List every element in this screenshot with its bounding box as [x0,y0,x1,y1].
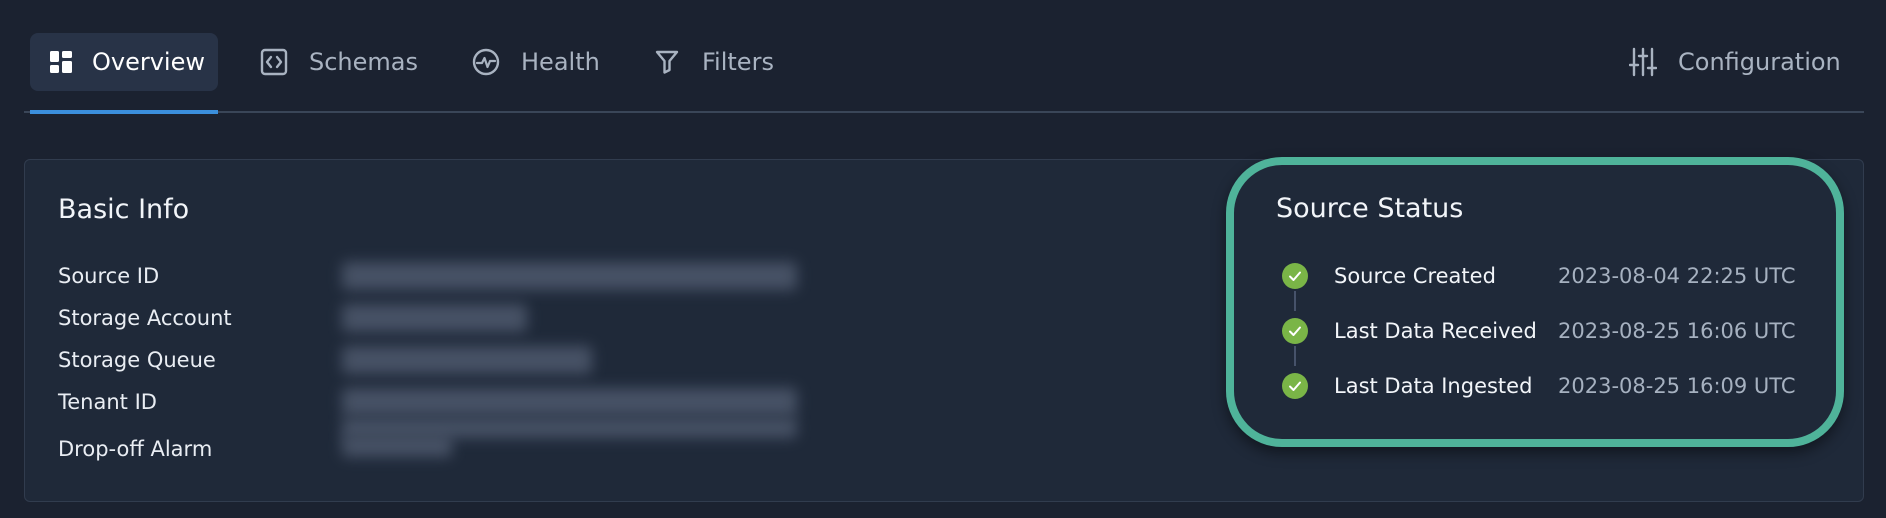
redacted-source-id [342,262,797,290]
status-row-source-created: Source Created 2023-08-04 22:25 UTC [1282,261,1796,291]
timeline-connector [1294,346,1296,366]
redacted-drop-off-alarm [342,435,452,457]
source-status-card: Source Status Source Created 2023-08-04 … [1226,157,1844,447]
sliders-icon [1628,47,1658,77]
field-label-storage-queue: Storage Queue [58,348,216,372]
status-label: Source Created [1334,264,1496,288]
field-label-drop-off-alarm: Drop-off Alarm [58,437,213,461]
field-label-storage-account: Storage Account [58,306,232,330]
source-status-title: Source Status [1276,193,1464,224]
grid-icon [50,47,72,77]
check-circle-icon [1282,318,1308,344]
active-tab-indicator [30,110,218,114]
tab-schemas[interactable]: Schemas [259,33,418,91]
tab-label: Overview [92,48,205,76]
tab-bar: Overview Schemas Health Filters Configur… [24,0,1864,114]
tab-overview[interactable]: Overview [30,33,218,91]
field-label-tenant-id: Tenant ID [58,390,157,414]
basic-info-title: Basic Info [58,194,190,225]
status-row-last-data-received: Last Data Received 2023-08-25 16:06 UTC [1282,316,1796,346]
tab-label: Filters [702,48,774,76]
status-timestamp: 2023-08-25 16:06 UTC [1558,319,1796,343]
redacted-storage-account [342,304,527,332]
pulse-icon [471,47,501,77]
status-label: Last Data Received [1334,319,1537,343]
redacted-storage-queue [342,346,592,374]
configuration-label: Configuration [1678,48,1841,76]
configuration-button[interactable]: Configuration [1628,33,1841,91]
status-row-last-data-ingested: Last Data Ingested 2023-08-25 16:09 UTC [1282,371,1796,401]
status-label: Last Data Ingested [1334,374,1533,398]
status-timestamp: 2023-08-04 22:25 UTC [1558,264,1796,288]
tab-label: Schemas [309,48,418,76]
tab-label: Health [521,48,600,76]
code-icon [259,47,289,77]
check-circle-icon [1282,263,1308,289]
redacted-tenant-id [342,388,797,416]
timeline-connector [1294,291,1296,311]
tab-filters[interactable]: Filters [652,33,774,91]
field-label-source-id: Source ID [58,264,160,288]
filter-icon [652,47,682,77]
tab-health[interactable]: Health [471,33,600,91]
check-circle-icon [1282,373,1308,399]
status-timestamp: 2023-08-25 16:09 UTC [1558,374,1796,398]
